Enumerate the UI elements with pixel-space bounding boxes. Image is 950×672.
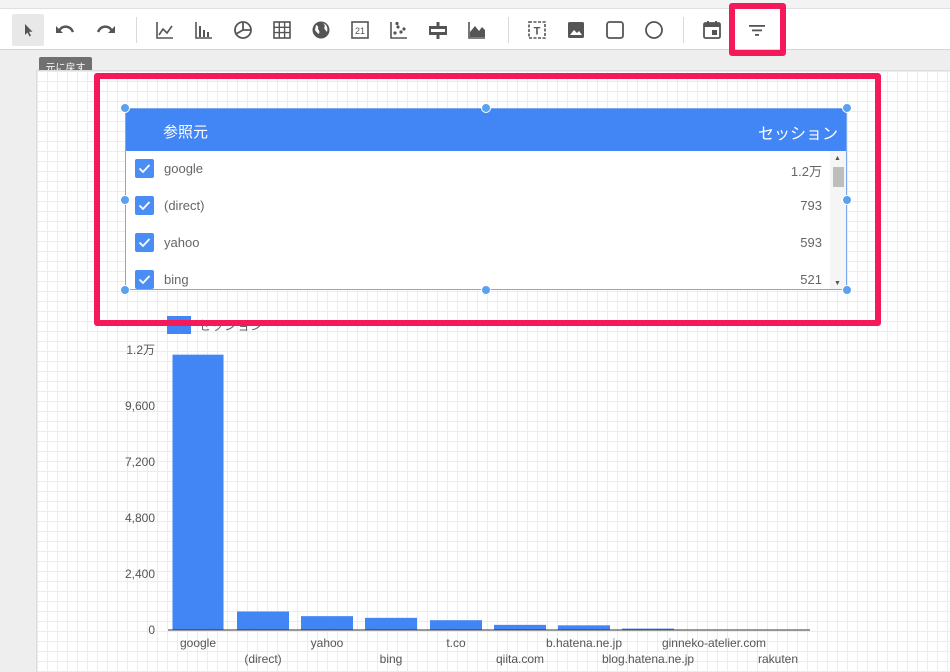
y-tick-label: 7,200 [125,455,155,469]
x-tick-label: google [180,636,216,650]
filter-tool-highlight [729,3,786,56]
bar[interactable] [301,616,353,630]
y-tick-label: 2,400 [125,567,155,581]
y-tick-label: 1.2万 [126,343,155,357]
x-tick-label: bing [380,652,403,666]
x-tick-label: rakuten [758,652,798,666]
y-tick-label: 4,800 [125,511,155,525]
bar[interactable] [494,624,546,630]
y-tick-label: 0 [148,623,155,637]
bar[interactable] [237,611,289,630]
x-tick-label: qiita.com [496,652,544,666]
x-tick-label: blog.hatena.ne.jp [602,652,694,666]
y-tick-label: 9,600 [125,399,155,413]
y-axis: 0 2,400 4,800 7,200 9,600 1.2万 [125,343,155,637]
bar[interactable] [558,625,610,630]
bar[interactable] [172,354,224,630]
x-axis-labels: google (direct) yahoo bing t.co qiita.comb.ha… [180,636,798,666]
bar[interactable] [365,617,417,630]
x-tick-label: yahoo [311,636,344,650]
bar[interactable] [430,620,482,630]
filter-control-highlight [94,73,881,326]
bar-series [172,354,804,631]
x-tick-label: b.hatena.ne.jp [546,636,622,650]
x-tick-label: (direct) [244,652,281,666]
x-tick-label: t.co [446,636,466,650]
x-tick-label: ginneko-atelier.com [662,636,766,650]
